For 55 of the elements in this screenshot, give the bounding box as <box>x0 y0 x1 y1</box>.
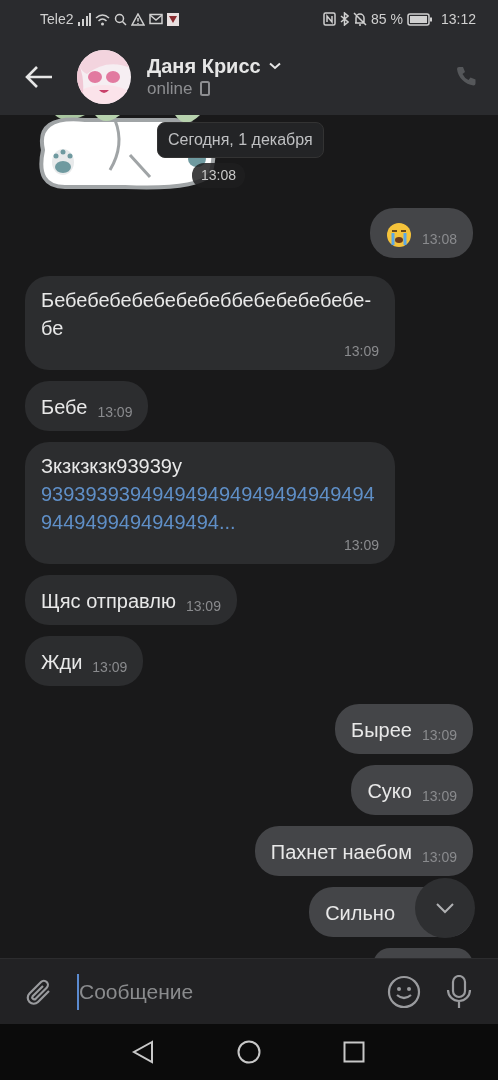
nfc-icon <box>323 12 337 26</box>
contact-name[interactable]: Даня Крисс <box>147 53 261 78</box>
microphone-button[interactable] <box>445 974 473 1009</box>
message-text: Жди <box>41 650 83 675</box>
crying-face-icon <box>385 222 412 248</box>
avatar[interactable] <box>77 49 131 104</box>
message-link[interactable]: 9393939394949494949494949494949449499494949494... <box>41 480 379 536</box>
home-nav-button[interactable] <box>237 1040 261 1064</box>
warning-icon <box>131 12 146 26</box>
back-arrow-icon <box>25 64 53 89</box>
message-time: 13:08 <box>421 230 457 248</box>
wifi-icon <box>95 12 111 26</box>
microphone-icon <box>445 974 473 1009</box>
message-text: Зкзкзкзк93939у <box>41 454 183 479</box>
message-time: 13:09 <box>343 342 379 360</box>
message-time: 13:08 <box>192 163 246 188</box>
message-time: 13:09 <box>421 726 457 744</box>
recents-nav-button[interactable] <box>343 1041 365 1063</box>
battery-icon <box>406 12 433 26</box>
clock-time: 13:12 <box>440 9 476 29</box>
bluetooth-icon <box>340 12 350 26</box>
message-time: 13:09 <box>421 787 457 805</box>
message-time: 13:09 <box>92 658 128 676</box>
chevron-down-icon <box>435 902 455 914</box>
message-time: 13:09 <box>97 403 133 421</box>
smiley-icon <box>387 974 421 1009</box>
square-recents-icon <box>343 1041 365 1063</box>
online-status: online <box>147 77 193 100</box>
triangle-back-icon <box>131 1040 155 1064</box>
back-button[interactable] <box>25 64 53 89</box>
message-text: Щяс отправлю <box>41 589 176 614</box>
message-text: Суко <box>367 779 412 804</box>
message-text: Бырее <box>351 718 412 743</box>
message-time: 13:09 <box>343 536 379 554</box>
app-notification-icon <box>167 12 180 26</box>
phone-device-icon <box>200 81 211 96</box>
carrier-name: Tele2 <box>40 9 74 29</box>
emoji-button[interactable] <box>387 974 421 1009</box>
phone-icon <box>454 64 478 89</box>
message-text: Бебе <box>41 395 88 420</box>
chevron-down-icon <box>268 61 281 70</box>
back-nav-button[interactable] <box>131 1040 155 1064</box>
message-text: Бебебебебебебебеббебебебебебе-бе <box>41 288 373 341</box>
signal-icon <box>77 12 92 26</box>
message-time: 13:09 <box>421 848 457 866</box>
message-composer[interactable]: Сообщение <box>0 958 498 1024</box>
battery-percent: 85 % <box>371 9 403 29</box>
circle-home-icon <box>237 1040 261 1064</box>
date-label: Сегодня, 1 декабря <box>157 122 324 158</box>
bell-off-icon <box>353 12 368 26</box>
message-time: 13:09 <box>185 597 221 615</box>
mail-icon <box>149 13 164 25</box>
message-text: Пахнет наебом <box>270 840 412 865</box>
message-text: Сильно <box>325 901 395 926</box>
search-icon <box>114 12 128 26</box>
